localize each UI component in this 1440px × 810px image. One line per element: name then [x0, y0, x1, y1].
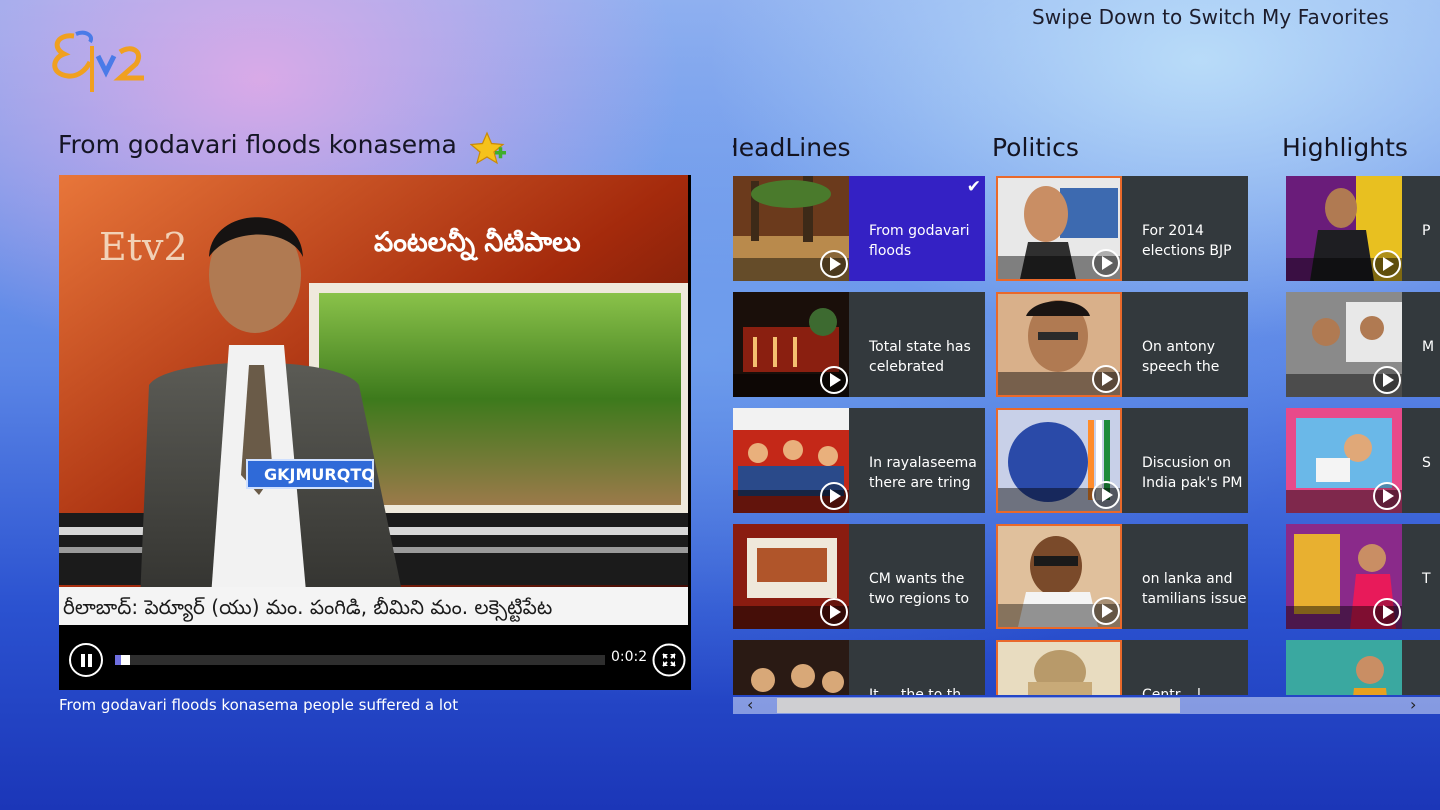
tile-highlights-1[interactable]: P: [1286, 176, 1440, 281]
tile-highlights-5[interactable]: [1286, 640, 1440, 695]
play-circle-icon[interactable]: [1372, 365, 1402, 395]
play-circle-icon[interactable]: [1372, 249, 1402, 279]
star-plus-icon[interactable]: [469, 131, 508, 167]
ticker-text: రీలాబాద్: పెర్యూర్ (యు) మం. పంగిడి, బీమి…: [63, 595, 552, 622]
tile-politics-2[interactable]: On antony speech the: [996, 292, 1248, 397]
tile-label: In rayalaseema there are tring: [869, 455, 977, 491]
play-circle-icon[interactable]: [819, 249, 849, 279]
tile-politics-1[interactable]: For 2014 elections BJP: [996, 176, 1248, 281]
player-title: From godavari floods konasema: [58, 130, 457, 159]
tile-politics-4[interactable]: on lanka and tamilians issue: [996, 524, 1248, 629]
tile-label: Centr... l: [1142, 687, 1201, 695]
tile-headline-2[interactable]: Total state has celebrated: [733, 292, 985, 397]
tile-headline-3[interactable]: In rayalaseema there are tring: [733, 408, 985, 513]
tile-thumbnail: [733, 640, 849, 695]
tile-thumbnail: [996, 640, 1122, 695]
play-circle-icon[interactable]: [1372, 481, 1402, 511]
tile-highlights-3[interactable]: S: [1286, 408, 1440, 513]
elapsed-time: 0:0:2: [611, 649, 648, 665]
fullscreen-icon[interactable]: [652, 643, 686, 677]
play-circle-icon[interactable]: [819, 597, 849, 627]
scroll-left-arrow[interactable]: ‹: [747, 695, 753, 714]
seek-bar[interactable]: [115, 655, 605, 665]
checkmark-icon: ✔: [966, 177, 981, 197]
horizontal-scrollbar[interactable]: ‹ ›: [733, 695, 1440, 714]
svg-text:Etv2: Etv2: [99, 225, 188, 269]
tile-highlights-4[interactable]: T: [1286, 524, 1440, 629]
player-controls: 0:0:2: [59, 627, 691, 690]
tile-headline-1[interactable]: From godavari floods ✔: [733, 176, 985, 281]
tile-thumbnail: [1286, 640, 1402, 695]
etv2-logo: [46, 26, 152, 100]
play-circle-icon[interactable]: [1091, 364, 1121, 394]
play-circle-icon[interactable]: [1091, 596, 1121, 626]
tile-label: Total state has celebrated: [869, 339, 971, 375]
section-title-highlights[interactable]: Highlights: [1282, 133, 1408, 162]
hub-sections[interactable]: HeadLines From godavari floods ✔ Total s…: [733, 125, 1440, 695]
play-circle-icon[interactable]: [819, 481, 849, 511]
swipe-hint-text: Swipe Down to Switch My Favorites: [1032, 5, 1390, 29]
section-title-politics[interactable]: Politics: [992, 133, 1079, 162]
tile-label: For 2014 elections BJP: [1142, 223, 1232, 259]
tile-label: It ... the to th: [869, 687, 962, 695]
tile-label: P: [1422, 223, 1431, 239]
video-caption: From godavari floods konasema people suf…: [59, 696, 459, 714]
seek-thumb[interactable]: [121, 655, 130, 665]
tile-label: From godavari floods: [869, 223, 970, 259]
tile-highlights-2[interactable]: M: [1286, 292, 1440, 397]
pause-icon[interactable]: [69, 643, 103, 677]
video-frame[interactable]: Etv2 పంటలన్నీ నీటిపాలు GKJMURQTQ రీలాబాద…: [59, 175, 688, 625]
tile-label: T: [1422, 571, 1431, 587]
tile-label: Discusion on India pak's PM: [1142, 455, 1243, 491]
play-circle-icon[interactable]: [1091, 480, 1121, 510]
tile-politics-5[interactable]: Centr... l: [996, 640, 1248, 695]
scroll-right-arrow[interactable]: ›: [1410, 695, 1416, 714]
play-circle-icon[interactable]: [819, 365, 849, 395]
nameplate-text: GKJMURQTQ: [264, 465, 375, 484]
play-circle-icon[interactable]: [1091, 248, 1121, 278]
scroll-thumb[interactable]: [777, 698, 1180, 713]
tile-label: On antony speech the: [1142, 339, 1220, 375]
tile-headline-5[interactable]: It ... the to th: [733, 640, 985, 695]
tile-label: S: [1422, 455, 1431, 471]
video-player[interactable]: Etv2 పంటలన్నీ నీటిపాలు GKJMURQTQ రీలాబాద…: [59, 175, 691, 690]
telugu-banner: పంటలన్నీ నీటిపాలు: [374, 227, 581, 261]
play-circle-icon[interactable]: [1372, 597, 1402, 627]
tile-label: on lanka and tamilians issue: [1142, 571, 1247, 607]
tile-label: M: [1422, 339, 1435, 355]
tile-headline-4[interactable]: CM wants the two regions to: [733, 524, 985, 629]
tile-label: CM wants the two regions to: [869, 571, 970, 607]
section-title-headlines[interactable]: HeadLines: [733, 133, 851, 162]
tile-politics-3[interactable]: Discusion on India pak's PM: [996, 408, 1248, 513]
